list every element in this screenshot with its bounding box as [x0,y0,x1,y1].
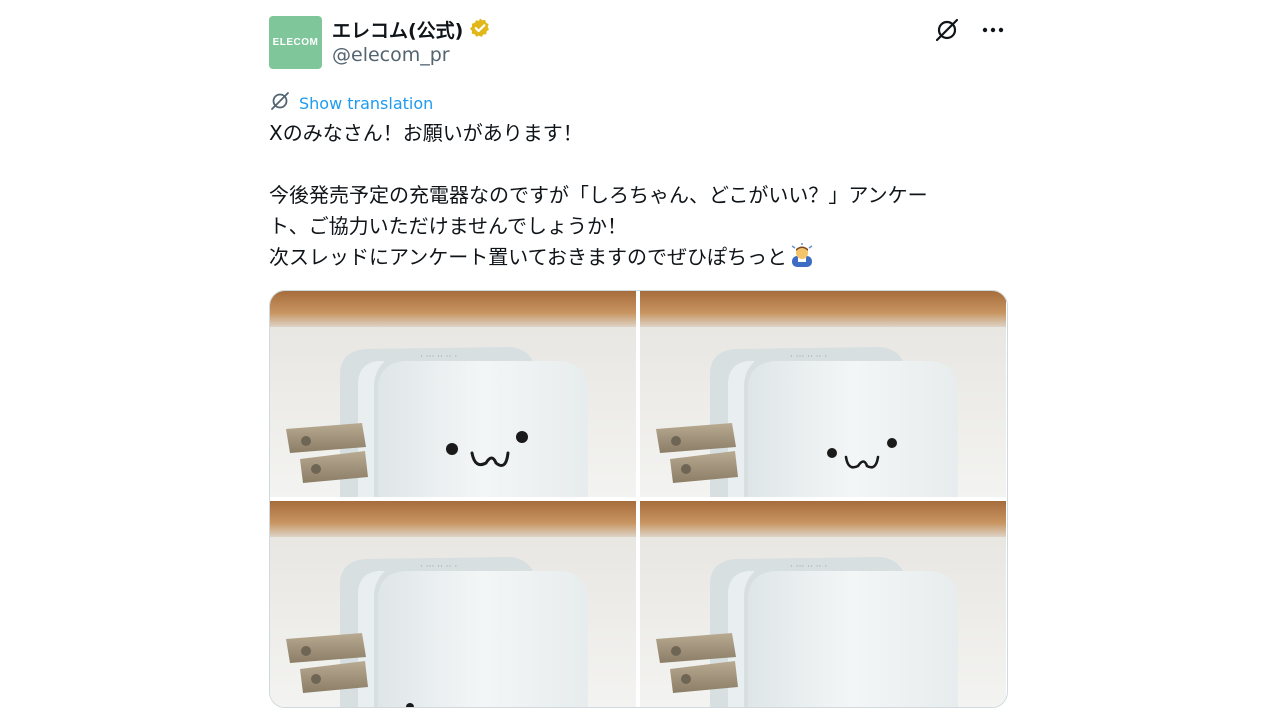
avatar[interactable]: ELECOM [269,16,322,69]
translate-icon [269,90,291,116]
more-icon[interactable] [979,16,1007,44]
tweet-line-blank [269,149,1009,180]
tweet-line: 今後発売予定の充電器なのですが「しろちゃん、どこがいい？」アンケー [269,183,928,207]
verified-badge-icon [469,17,491,43]
avatar-logo-text: ELECOM [272,37,319,48]
media-grid [269,290,1008,708]
tweet-line: Xのみなさん！お願いがあります！ [269,121,583,145]
show-translation[interactable]: Show translation [269,90,433,116]
author-handle[interactable]: @elecom_pr [332,44,450,66]
tweet-line-text: 次スレッドにアンケート置いておきますのでぜひぽちっと [269,245,787,269]
show-translation-link[interactable]: Show translation [299,94,433,113]
author-name-row: エレコム(公式) [332,16,491,43]
tweet-text: Xのみなさん！お願いがあります！ 今後発売予定の充電器なのですが「しろちゃん、ど… [269,118,1009,273]
tweet-top-actions [933,16,1007,44]
tweet-line-last: 次スレッドにアンケート置いておきますのでぜひぽちっと [269,242,1009,273]
charger-photo-1[interactable] [270,291,636,497]
display-name[interactable]: エレコム(公式) [332,16,463,43]
grok-icon[interactable] [933,16,961,44]
tweet-line: ト、ご協力いただけませんでしょうか！ [269,214,627,238]
charger-photo-4[interactable] [640,501,1006,707]
charger-photo-2[interactable] [640,291,1006,497]
man-bowing-emoji [789,242,815,268]
charger-photo-3[interactable] [270,501,636,707]
